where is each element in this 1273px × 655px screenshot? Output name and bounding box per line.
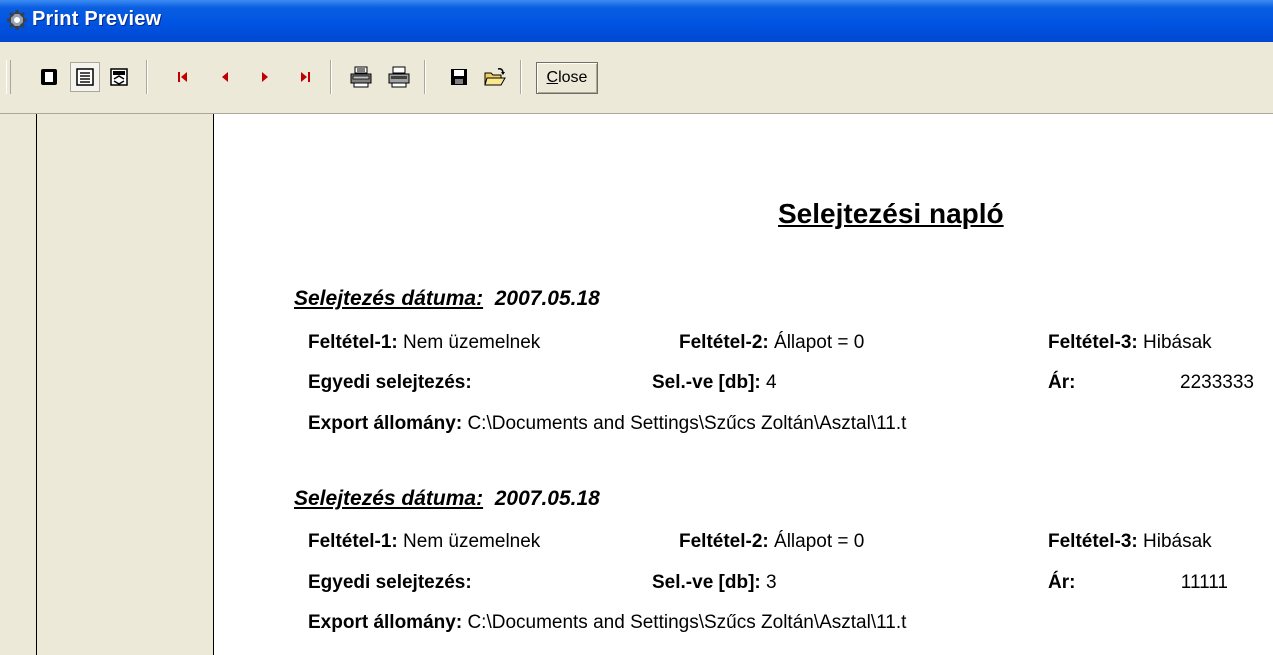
whole-page-icon (41, 69, 57, 85)
price-label: Ár: (1048, 372, 1075, 394)
date-value: 2007.05.18 (494, 487, 600, 510)
printer-setup-button[interactable] (346, 62, 376, 92)
export-file-path: C:\Documents and Settings\Szűcs Zoltán\A… (467, 612, 907, 633)
title-bar[interactable]: Print Preview (0, 0, 1273, 42)
date-label: Selejtezés dátuma: (294, 487, 484, 510)
toolbar-grip[interactable] (6, 60, 11, 94)
single-scrap-text: Egyedi selejtezés: (308, 372, 472, 393)
single-scrap-text: Egyedi selejtezés: (308, 572, 472, 593)
scrapped-count: Sel.-ve [db]: 4 (652, 372, 777, 394)
condition-2-value: Állapot = 0 (774, 332, 865, 353)
window-title: Print Preview (32, 8, 162, 30)
condition-1: Feltétel-1: Nem üzemelnek (308, 531, 540, 553)
toolbar-separator (520, 60, 522, 94)
condition-2-value: Állapot = 0 (774, 531, 865, 552)
date-label: Selejtezés dátuma: (294, 287, 484, 310)
condition-1-label: Feltétel-1: (308, 531, 398, 552)
condition-3-label: Feltétel-3: (1048, 531, 1138, 552)
scrapped-count-value: 3 (766, 572, 777, 593)
open-icon (484, 68, 506, 86)
open-button[interactable] (480, 62, 510, 92)
condition-1-value: Nem üzemelnek (403, 332, 541, 353)
whole-page-button[interactable] (34, 62, 64, 92)
condition-3: Feltétel-3: Hibásak (1048, 531, 1212, 553)
printer-setup-icon (350, 66, 372, 88)
condition-2: Feltétel-2: Állapot = 0 (679, 531, 864, 553)
condition-1-label: Feltétel-1: (308, 332, 398, 353)
zoom-button[interactable] (104, 62, 134, 92)
scrapped-count-label: Sel.-ve [db]: (652, 572, 761, 593)
toolbar-separator (424, 60, 426, 94)
condition-3: Feltétel-3: Hibásak (1048, 332, 1212, 354)
record-heading: Selejtezés dátuma: 2007.05.18 (294, 487, 600, 511)
scrapped-count-label: Sel.-ve [db]: (652, 372, 761, 393)
condition-2: Feltétel-2: Állapot = 0 (679, 332, 864, 354)
close-button-mnemonic: C (546, 69, 559, 86)
export-file-label: Export állomány: (308, 413, 463, 434)
price-label: Ár: (1048, 572, 1075, 594)
first-page-button[interactable] (168, 62, 198, 92)
page-width-button[interactable] (70, 62, 100, 92)
scrapped-count-value: 4 (766, 372, 777, 393)
report-title: Selejtezési napló (778, 198, 1004, 229)
left-panel (0, 114, 214, 655)
toolbar-separator (146, 60, 148, 94)
condition-2-label: Feltétel-2: (679, 332, 769, 353)
condition-3-value: Hibásak (1143, 531, 1212, 552)
price-value: 11111 (1180, 572, 1228, 593)
next-page-icon (262, 72, 268, 82)
scrapped-count: Sel.-ve [db]: 3 (652, 572, 777, 594)
toolbar-separator (330, 60, 332, 94)
page-width-icon (76, 68, 94, 86)
save-icon (451, 69, 467, 85)
previous-page-icon (222, 72, 228, 82)
gear-app-icon (7, 10, 27, 30)
price-label-text: Ár: (1048, 372, 1076, 393)
save-button[interactable] (444, 62, 474, 92)
first-page-icon (178, 72, 187, 82)
export-file-path: C:\Documents and Settings\Szűcs Zoltán\A… (467, 413, 907, 434)
zoom-icon (110, 68, 128, 86)
export-file-label: Export állomány: (308, 612, 463, 633)
last-page-icon (301, 72, 310, 82)
previous-page-button[interactable] (210, 62, 240, 92)
left-panel-edge (36, 114, 37, 655)
price-label-text: Ár: (1048, 572, 1076, 593)
condition-3-label: Feltétel-3: (1048, 332, 1138, 353)
condition-1-value: Nem üzemelnek (403, 531, 541, 552)
single-scrap-label: Egyedi selejtezés: (308, 572, 472, 594)
condition-2-label: Feltétel-2: (679, 531, 769, 552)
print-icon (388, 66, 410, 88)
toolbar: Close (0, 42, 1273, 114)
close-button[interactable]: Close (536, 62, 598, 94)
export-file: Export állomány: C:\Documents and Settin… (308, 413, 906, 435)
last-page-button[interactable] (290, 62, 320, 92)
next-page-button[interactable] (250, 62, 280, 92)
record-heading: Selejtezés dátuma: 2007.05.18 (294, 287, 600, 311)
date-value: 2007.05.18 (494, 287, 600, 310)
condition-3-value: Hibásak (1143, 332, 1212, 353)
close-button-label: lose (558, 69, 588, 86)
print-button[interactable] (384, 62, 414, 92)
condition-1: Feltétel-1: Nem üzemelnek (308, 332, 540, 354)
single-scrap-label: Egyedi selejtezés: (308, 372, 472, 394)
export-file: Export állomány: C:\Documents and Settin… (308, 612, 906, 634)
price-value: 2233333 (1180, 372, 1254, 393)
